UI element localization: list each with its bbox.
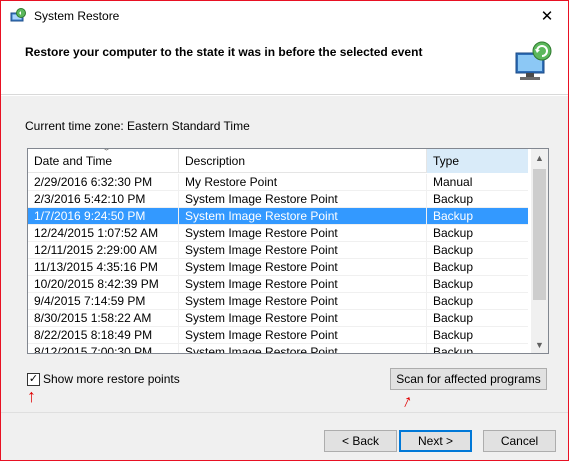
column-header-type[interactable]: Type <box>427 149 528 173</box>
cell-date: 9/4/2015 7:14:59 PM <box>28 293 179 310</box>
table-row-selected[interactable]: 1/7/2016 9:24:50 PM System Image Restore… <box>28 208 528 225</box>
cell-type: Backup <box>433 328 474 342</box>
checkmark-icon: ✓ <box>28 372 39 385</box>
wizard-header: Restore your computer to the state it wa… <box>1 31 568 95</box>
cell-date: 2/29/2016 6:32:30 PM <box>28 174 179 191</box>
column-header-date[interactable]: ﹀ Date and Time <box>28 149 179 173</box>
system-restore-window: System Restore ✕ Restore your computer t… <box>0 0 569 461</box>
cell-description: System Image Restore Point <box>179 208 427 225</box>
close-button[interactable]: ✕ <box>534 5 560 27</box>
list-rows: 2/29/2016 6:32:30 PM My Restore Point Ma… <box>28 174 528 354</box>
cell-description: System Image Restore Point <box>179 276 427 293</box>
sort-arrow-icon: ﹀ <box>102 148 112 157</box>
cell-type: Backup <box>433 345 474 354</box>
table-row[interactable]: 8/22/2015 8:18:49 PM System Image Restor… <box>28 327 528 344</box>
restore-points-list[interactable]: ﹀ Date and Time Description Type 2/29/20… <box>27 148 549 354</box>
cell-type: Backup <box>433 277 474 291</box>
cell-date: 8/30/2015 1:58:22 AM <box>28 310 179 327</box>
cell-date: 10/20/2015 8:42:39 PM <box>28 276 179 293</box>
scan-affected-programs-button[interactable]: Scan for affected programs <box>390 368 547 390</box>
vertical-scrollbar[interactable]: ▲ ▼ <box>531 149 548 353</box>
next-button[interactable]: Next > <box>399 430 472 452</box>
list-header: ﹀ Date and Time Description Type <box>28 149 528 173</box>
cell-type: Backup <box>433 226 474 240</box>
page-heading: Restore your computer to the state it wa… <box>25 45 423 59</box>
red-annotation-arrow-icon: ↑ <box>27 386 36 406</box>
timezone-label: Current time zone: Eastern Standard Time <box>25 119 250 133</box>
cell-date: 11/13/2015 4:35:16 PM <box>28 259 179 276</box>
cell-description: System Image Restore Point <box>179 344 427 353</box>
window-title: System Restore <box>34 9 120 23</box>
show-more-label[interactable]: Show more restore points <box>43 372 180 386</box>
cell-type: Backup <box>433 192 474 206</box>
cell-date: 8/22/2015 8:18:49 PM <box>28 327 179 344</box>
show-more-checkbox[interactable]: ✓ <box>27 372 40 386</box>
system-restore-icon <box>10 8 26 22</box>
cell-description: System Image Restore Point <box>179 225 427 242</box>
close-icon: ✕ <box>540 8 554 25</box>
table-row[interactable]: 11/13/2015 4:35:16 PM System Image Resto… <box>28 259 528 276</box>
cell-type: Manual <box>433 175 473 189</box>
column-header-description[interactable]: Description <box>179 149 427 173</box>
cell-description: My Restore Point <box>179 174 427 191</box>
cell-date: 8/12/2015 7:00:30 PM <box>28 344 179 353</box>
system-restore-computer-icon <box>515 41 552 80</box>
scroll-down-arrow-icon[interactable]: ▼ <box>531 336 548 353</box>
table-row[interactable]: 8/12/2015 7:00:30 PM System Image Restor… <box>28 344 528 354</box>
cell-description: System Image Restore Point <box>179 327 427 344</box>
cell-description: System Image Restore Point <box>179 293 427 310</box>
cell-type: Backup <box>433 311 474 325</box>
table-row[interactable]: 2/29/2016 6:32:30 PM My Restore Point Ma… <box>28 174 528 191</box>
wizard-footer: < Back Next > Cancel <box>1 412 568 460</box>
scroll-up-arrow-icon[interactable]: ▲ <box>531 149 548 166</box>
cell-type: Backup <box>433 260 474 274</box>
table-row[interactable]: 9/4/2015 7:14:59 PM System Image Restore… <box>28 293 528 310</box>
back-button[interactable]: < Back <box>324 430 397 452</box>
cell-date: 12/24/2015 1:07:52 AM <box>28 225 179 242</box>
cell-description: System Image Restore Point <box>179 310 427 327</box>
wizard-content: Current time zone: Eastern Standard Time… <box>1 96 568 412</box>
table-row[interactable]: 8/30/2015 1:58:22 AM System Image Restor… <box>28 310 528 327</box>
cell-description: System Image Restore Point <box>179 191 427 208</box>
red-annotation-arrow-icon: ↑ <box>399 390 416 412</box>
cell-type: Backup <box>433 294 474 308</box>
table-row[interactable]: 12/24/2015 1:07:52 AM System Image Resto… <box>28 225 528 242</box>
show-more-restore-points[interactable]: ✓ Show more restore points <box>27 371 180 387</box>
cancel-button[interactable]: Cancel <box>483 430 556 452</box>
cell-type: Backup <box>433 243 474 257</box>
cell-date: 1/7/2016 9:24:50 PM <box>28 208 179 225</box>
cell-description: System Image Restore Point <box>179 259 427 276</box>
cell-date: 12/11/2015 2:29:00 AM <box>28 242 179 259</box>
cell-date: 2/3/2016 5:42:10 PM <box>28 191 179 208</box>
table-row[interactable]: 12/11/2015 2:29:00 AM System Image Resto… <box>28 242 528 259</box>
table-row[interactable]: 2/3/2016 5:42:10 PM System Image Restore… <box>28 191 528 208</box>
cell-description: System Image Restore Point <box>179 242 427 259</box>
cell-type: Backup <box>433 209 474 223</box>
title-bar[interactable]: System Restore ✕ <box>1 1 568 31</box>
scroll-thumb[interactable] <box>533 169 546 300</box>
table-row[interactable]: 10/20/2015 8:42:39 PM System Image Resto… <box>28 276 528 293</box>
